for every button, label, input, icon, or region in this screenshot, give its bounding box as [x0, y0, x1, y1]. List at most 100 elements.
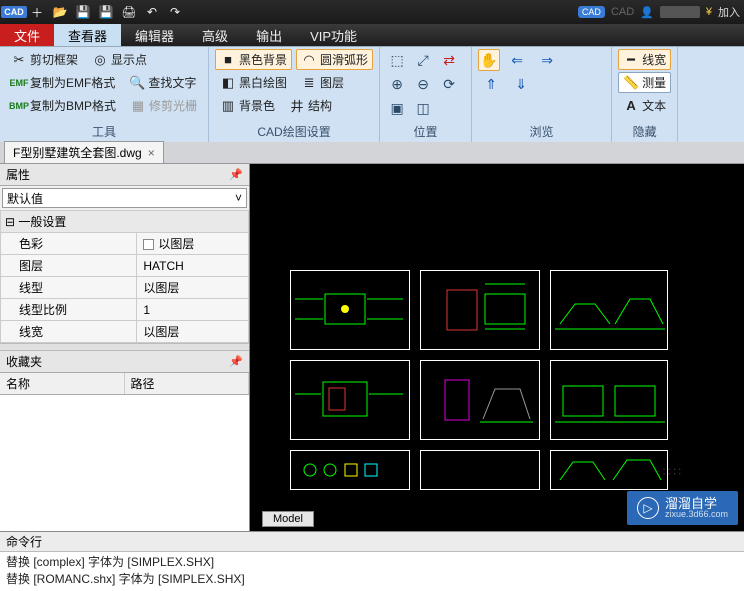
favorites-columns: 名称 路径: [0, 373, 249, 395]
text-icon: A: [623, 98, 639, 114]
favorites-title: 收藏夹: [6, 353, 42, 370]
ribbon-group-position: ⬚ ⤢ ⇄ ⊕ ⊖ ⟳ ▣ ◫ 位置: [380, 47, 472, 142]
command-area: 命令行 替换 [complex] 字体为 [SIMPLEX.SHX] 替换 [R…: [0, 531, 744, 591]
smooth-arc-button[interactable]: ◠圆滑弧形: [296, 49, 373, 70]
show-point-button[interactable]: ◎显示点: [87, 49, 152, 70]
cmd-line: 替换 [complex] 字体为 [SIMPLEX.SHX]: [6, 554, 738, 571]
measure-button[interactable]: 📏测量: [618, 72, 671, 93]
table-row[interactable]: 线宽以图层: [1, 321, 249, 343]
menu-file[interactable]: 文件: [0, 24, 54, 46]
trim-grating-button[interactable]: ▦修剪光栅: [125, 95, 202, 116]
redo-icon[interactable]: ↷: [165, 3, 185, 21]
target-icon: ◎: [92, 52, 108, 68]
chevron-down-icon: ˅: [235, 191, 242, 205]
menu-viewer[interactable]: 查看器: [54, 24, 121, 46]
checkbox-icon[interactable]: [143, 239, 154, 250]
col-name[interactable]: 名称: [0, 373, 125, 394]
cut-frame-button[interactable]: ✂剪切框架: [6, 49, 83, 70]
zoom-window-icon[interactable]: ⬚: [386, 49, 408, 71]
cad-thumb-icon: [425, 364, 535, 436]
zoom-out-icon[interactable]: ⊖: [412, 73, 434, 95]
play-icon: ▷: [637, 497, 659, 519]
menu-editor[interactable]: 编辑器: [121, 24, 188, 46]
default-dropdown[interactable]: 默认值 ˅: [2, 188, 247, 208]
swap-icon[interactable]: ⇄: [438, 49, 460, 71]
favorites-header: 收藏夹 📌: [0, 351, 249, 373]
table-row[interactable]: 色彩以图层: [1, 233, 249, 255]
ribbon: ✂剪切框架 ◎显示点 EMF复制为EMF格式 🔍查找文字 BMP复制为BMP格式…: [0, 46, 744, 142]
menu-vip[interactable]: VIP功能: [296, 24, 371, 46]
profile-icon[interactable]: 👤: [640, 6, 654, 19]
pin-icon[interactable]: 📌: [229, 168, 243, 181]
document-title: F型别墅建筑全套图.dwg: [13, 144, 142, 161]
zoom-in-icon[interactable]: ⊕: [386, 73, 408, 95]
text-button[interactable]: A文本: [618, 95, 671, 116]
command-output[interactable]: 替换 [complex] 字体为 [SIMPLEX.SHX] 替换 [ROMAN…: [0, 552, 744, 591]
group-label: 隐藏: [618, 121, 671, 142]
search-icon: 🔍: [129, 75, 145, 91]
menu-output[interactable]: 输出: [242, 24, 296, 46]
black-square-icon: ■: [220, 52, 236, 68]
titlebar-right: CAD CAD 👤 ¥ 加入: [578, 4, 740, 20]
ruler-icon: 📏: [623, 75, 639, 91]
cad-thumb-icon: [295, 454, 405, 486]
app-menu-icon[interactable]: CAD: [4, 3, 24, 21]
table-row[interactable]: 线型比例1: [1, 299, 249, 321]
pin-icon[interactable]: 📌: [229, 355, 243, 368]
close-tab-icon[interactable]: ×: [148, 146, 155, 160]
menubar: 文件 查看器 编辑器 高级 输出 VIP功能: [0, 24, 744, 46]
nav-down-button[interactable]: ⇓: [508, 73, 534, 95]
cad-badge-icon[interactable]: CAD: [578, 6, 605, 18]
properties-header: 属性 📌: [0, 164, 249, 186]
undo-icon[interactable]: ↶: [142, 3, 162, 21]
copy-emf-button[interactable]: EMF复制为EMF格式: [6, 72, 120, 93]
bg-color-button[interactable]: ▥背景色: [215, 95, 280, 116]
menu-advanced[interactable]: 高级: [188, 24, 242, 46]
region-icon[interactable]: ◫: [412, 97, 434, 119]
black-bg-button[interactable]: ■黑色背景: [215, 49, 292, 70]
emf-icon: EMF: [11, 75, 27, 91]
bw-plot-button[interactable]: ◧黑白绘图: [215, 72, 292, 93]
document-tab[interactable]: F型别墅建筑全套图.dwg ×: [4, 141, 164, 163]
copy-bmp-button[interactable]: BMP复制为BMP格式: [6, 95, 121, 116]
find-text-button[interactable]: 🔍查找文字: [124, 72, 201, 93]
watermark-url: zixue.3d66.com: [665, 510, 728, 519]
scissors-icon: ✂: [11, 52, 27, 68]
cad-thumb-icon: [295, 274, 405, 346]
drawing-canvas[interactable]: Model ∷∷ ▷ 溜溜自学 zixue.3d66.com: [250, 164, 744, 531]
workspace: 属性 📌 默认值 ˅ ⊟ 一般设置 色彩以图层 图层HATCH 线型以图层 线型…: [0, 164, 744, 531]
group-label: 工具: [6, 121, 202, 142]
print-icon[interactable]: 🖨: [119, 3, 139, 21]
dropdown-value: 默认值: [7, 190, 43, 207]
cad-text-faded: CAD: [611, 6, 634, 18]
refresh-icon[interactable]: ⟳: [438, 73, 460, 95]
user-blank: [660, 6, 700, 18]
nav-up-button[interactable]: ⇑: [478, 73, 504, 95]
layer-button[interactable]: ≣图层: [296, 72, 349, 93]
zoom-extents-icon[interactable]: ⤢: [412, 49, 434, 71]
currency-icon[interactable]: ¥: [706, 6, 712, 18]
lineweight-icon: ━: [623, 52, 639, 68]
nav-back-button[interactable]: ⇐: [504, 49, 530, 71]
table-row[interactable]: 图层HATCH: [1, 255, 249, 277]
ribbon-group-hide: ━线宽 📏测量 A文本 隐藏: [612, 47, 678, 142]
linewidth-button[interactable]: ━线宽: [618, 49, 671, 70]
table-row[interactable]: 线型以图层: [1, 277, 249, 299]
cad-thumb-icon: [555, 364, 665, 436]
col-path[interactable]: 路径: [125, 373, 250, 394]
section-general[interactable]: ⊟ 一般设置: [1, 211, 249, 233]
save-as-icon[interactable]: 💾: [96, 3, 116, 21]
watermark[interactable]: ▷ 溜溜自学 zixue.3d66.com: [627, 491, 738, 525]
open-file-icon[interactable]: 📂: [50, 3, 70, 21]
cad-thumb-icon: [555, 454, 665, 486]
structure-button[interactable]: 井结构: [284, 95, 337, 116]
new-file-icon[interactable]: ＋: [27, 3, 47, 21]
fit-icon[interactable]: ▣: [386, 97, 408, 119]
save-icon[interactable]: 💾: [73, 3, 93, 21]
pan-hand-icon[interactable]: ✋: [478, 49, 500, 71]
cmd-line: 替换 [ROMANC.shx] 字体为 [SIMPLEX.SHX]: [6, 571, 738, 588]
arc-icon: ◠: [301, 52, 317, 68]
join-label[interactable]: 加入: [718, 4, 740, 20]
nav-forward-button[interactable]: ⇒: [534, 49, 560, 71]
model-tab[interactable]: Model: [262, 511, 314, 527]
